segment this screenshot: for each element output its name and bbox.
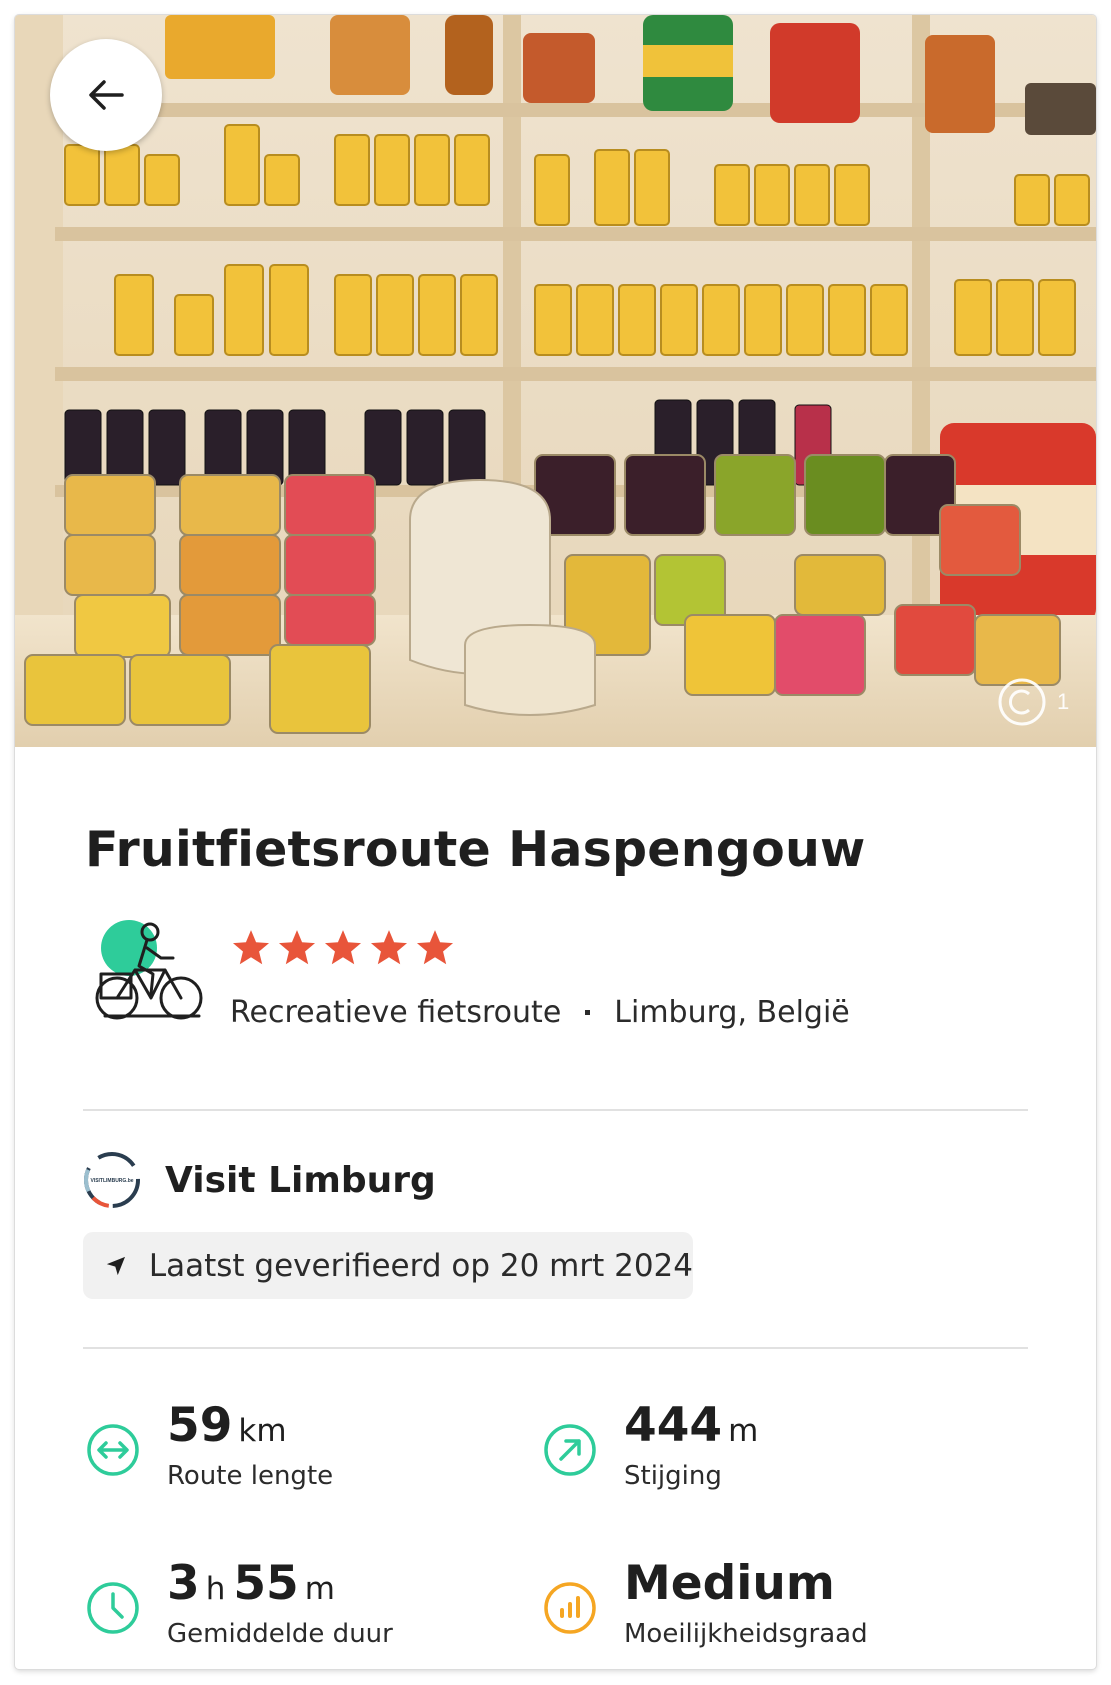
duration-label: Gemiddelde duur [167,1619,393,1649]
length-value: 59 [167,1398,233,1453]
shop-shelves-image [15,15,1096,747]
organization-name: Visit Limburg [165,1159,436,1201]
divider [83,1109,1028,1111]
route-type: Recreatieve fietsroute [230,995,562,1030]
length-label: Route lengte [167,1461,334,1491]
photo-credit[interactable]: 1 [997,677,1069,727]
ascent-unit: m [728,1413,759,1449]
duration-minutes-unit: m [304,1571,335,1607]
duration-minutes: 55 [233,1556,299,1611]
star-icon [416,930,454,965]
route-detail-card: 1 Fruitfietsroute Haspengouw Recreatieve… [15,15,1096,1669]
star-icon [232,930,270,965]
cyclist-icon [95,920,203,1020]
hero-photo[interactable]: 1 [15,15,1096,747]
stat-difficulty: Medium Moeilijkheidsgraad [542,1560,868,1649]
difficulty-label: Moeilijkheidsgraad [624,1619,868,1649]
ascent-label: Stijging [624,1461,722,1491]
verified-badge: Laatst geverifieerd op 20 mrt 2024 [83,1232,693,1299]
stat-duration: 3 h 55 m Gemiddelde duur [85,1560,393,1649]
photo-counter: 1 [1057,689,1070,714]
ascent-icon [544,1424,596,1476]
route-region: Limburg, België [614,995,850,1030]
divider [83,1347,1028,1349]
difficulty-icon [544,1582,596,1634]
arrow-left-icon [89,80,124,110]
logo-text: VISITLIMBURG.be [90,1178,133,1184]
page-title: Fruitfietsroute Haspengouw [85,821,866,878]
visit-limburg-logo: VISITLIMBURG.be [84,1152,140,1208]
star-icon [278,930,316,965]
distance-icon [87,1424,139,1476]
clock-icon [87,1582,139,1634]
length-unit: km [238,1413,287,1449]
difficulty-value: Medium [624,1556,835,1611]
separator-dot [585,1010,591,1015]
star-icon [370,930,408,965]
rating-stars [230,927,456,969]
duration-hours-unit: h [205,1571,226,1607]
stat-ascent: 444 m Stijging [542,1402,758,1491]
organization-link[interactable]: VISITLIMBURG.be Visit Limburg [83,1151,436,1209]
duration-hours: 3 [167,1556,200,1611]
star-icon [324,930,362,965]
route-meta: Recreatieve fietsroute Limburg, België [230,995,850,1030]
copyright-icon [998,678,1046,726]
navigation-arrow-icon [106,1256,126,1275]
stat-length: 59 km Route lengte [85,1402,333,1491]
ascent-value: 444 [624,1398,723,1453]
back-button[interactable] [50,39,162,151]
verified-text: Laatst geverifieerd op 20 mrt 2024 [148,1247,693,1284]
